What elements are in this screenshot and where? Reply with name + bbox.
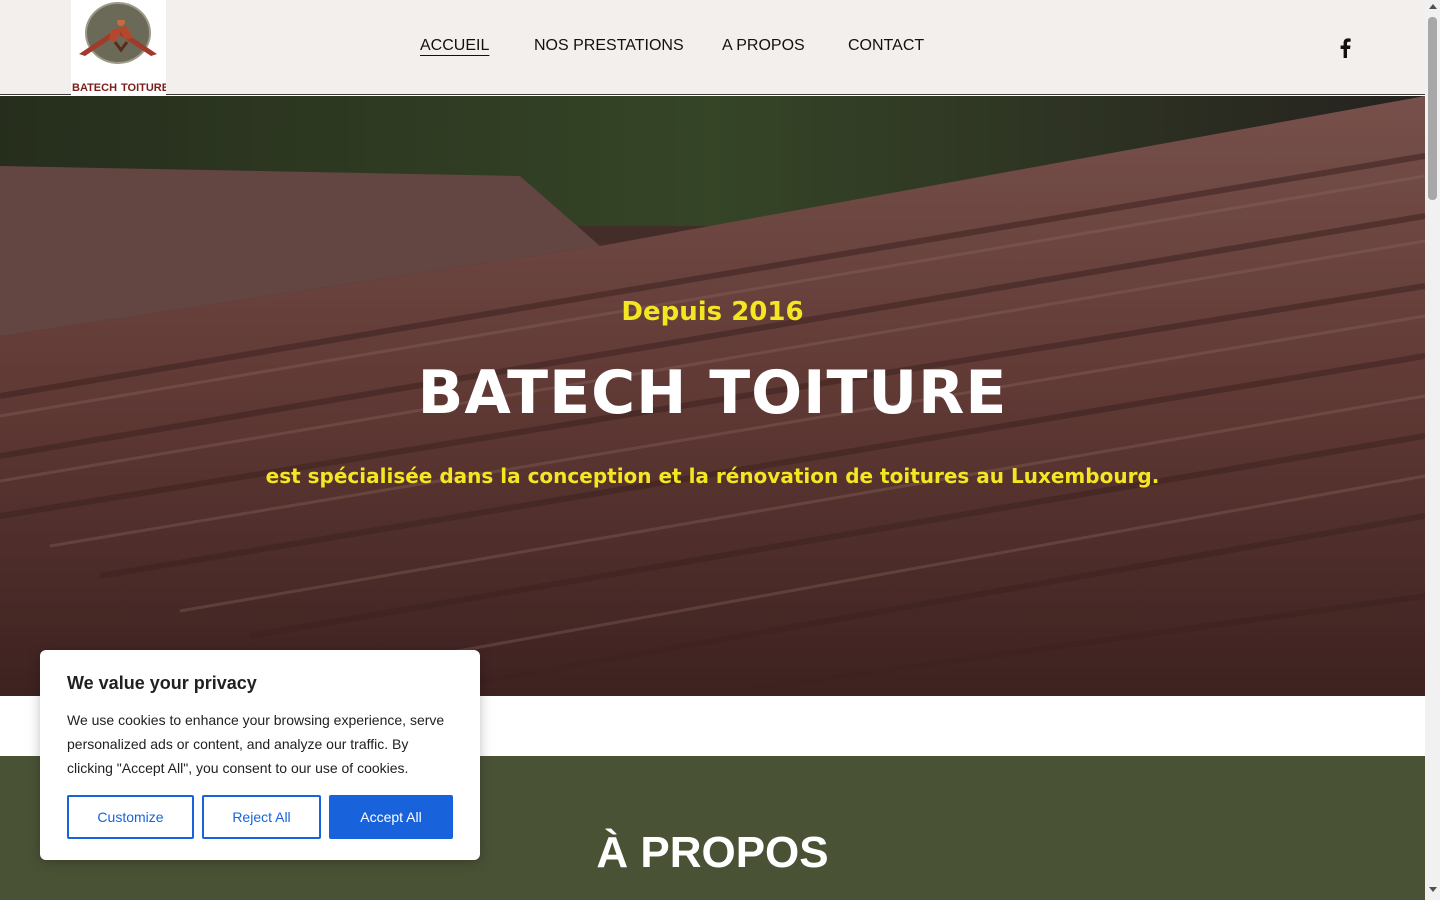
nav-item-accueil[interactable]: ACCUEIL xyxy=(420,37,489,55)
nav-item-nos-prestations[interactable]: NOS PRESTATIONS xyxy=(534,37,684,55)
scroll-down-arrow-icon[interactable] xyxy=(1429,887,1437,892)
nav-item-contact[interactable]: CONTACT xyxy=(848,37,924,55)
cookie-title: We value your privacy xyxy=(67,673,257,693)
hero-title: BATECH TOITURE xyxy=(417,358,1008,428)
scrollbar-thumb[interactable] xyxy=(1428,17,1437,200)
cookie-consent-banner: We value your privacy We use cookies to … xyxy=(40,650,480,860)
facebook-icon[interactable] xyxy=(1338,38,1352,58)
main-nav: ACCUEIL NOS PRESTATIONS A PROPOS CONTACT xyxy=(0,37,1425,59)
logo-word-batech: BATECH xyxy=(72,82,118,94)
hero-section: Depuis 2016 BATECH TOITURE est spécialis… xyxy=(0,96,1425,696)
reject-all-button[interactable]: Reject All xyxy=(202,795,321,839)
nav-item-a-propos[interactable]: A PROPOS xyxy=(722,37,805,55)
cookie-text: We use cookies to enhance your browsing … xyxy=(67,712,445,776)
site-header: BATECH TOITURE ACCUEIL NOS PRESTATIONS A… xyxy=(0,0,1425,95)
page-scrollbar[interactable] xyxy=(1425,0,1440,900)
hero-subtitle: Depuis 2016 xyxy=(621,297,804,327)
logo-wordmark: BATECH TOITURE xyxy=(72,70,166,94)
scroll-up-arrow-icon[interactable] xyxy=(1429,4,1437,9)
customize-button[interactable]: Customize xyxy=(67,795,194,839)
logo-word-toiture: TOITURE xyxy=(121,82,166,94)
accept-all-button[interactable]: Accept All xyxy=(329,795,453,839)
hero-description: est spécialisée dans la conception et la… xyxy=(265,464,1160,488)
